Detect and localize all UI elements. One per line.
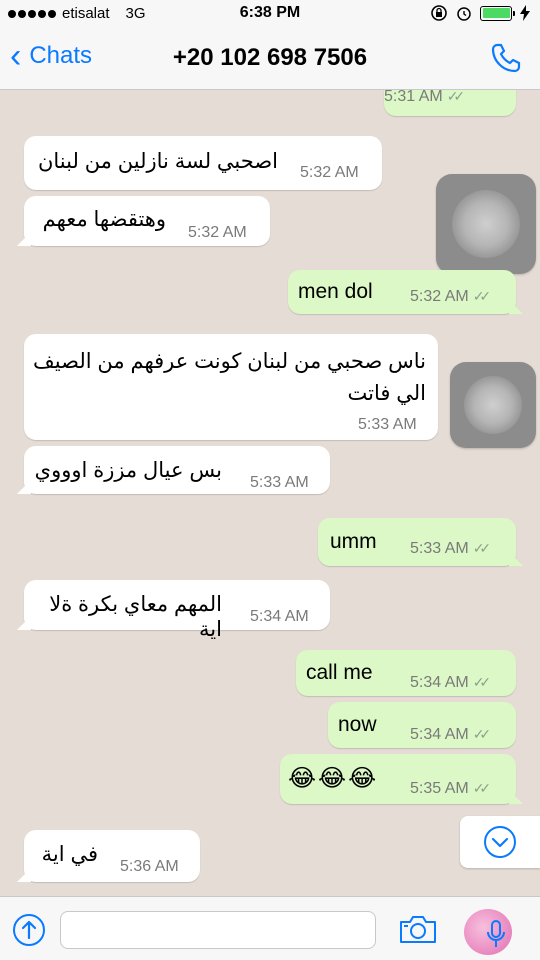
alarm-icon [457,7,471,21]
read-receipt-icon: ✓✓ [446,90,466,104]
message-text: ناس صحبي من لبنان كونت عرفهم من الصيف ال… [33,350,426,405]
message-timestamp: 5:32 AM ✓✓ [410,288,492,305]
contact-title[interactable]: +20 102 698 7506 [0,44,540,72]
contact-avatar-thumbnail[interactable] [450,362,536,448]
share-arrow-icon[interactable] [12,913,46,947]
message-text: umm [330,530,377,553]
message-incoming[interactable]: ناس صحبي من لبنان كونت عرفهم من الصيف ال… [24,334,438,440]
message-outgoing[interactable]: 5:31 AM ✓✓ [384,90,516,116]
read-receipt-icon: ✓✓ [472,540,492,556]
message-text: now [338,713,377,736]
scroll-to-bottom-button[interactable] [460,816,540,868]
message-timestamp: 5:34 AM ✓✓ [410,726,492,743]
orientation-lock-icon [431,5,447,21]
message-outgoing[interactable]: men dol 5:32 AM ✓✓ [288,270,516,314]
message-text: وهتقضها معهم [42,208,166,231]
contact-avatar-thumbnail[interactable] [436,174,536,274]
message-outgoing[interactable]: umm 5:33 AM ✓✓ [318,518,516,566]
message-outgoing[interactable]: call me 5:34 AM ✓✓ [296,650,516,696]
message-timestamp: 5:34 AM [250,608,309,625]
read-receipt-icon: ✓✓ [472,726,492,742]
message-text: men dol [298,280,373,303]
message-text: 😂😂😂 [288,765,379,792]
read-receipt-icon: ✓✓ [472,674,492,690]
message-list[interactable]: 5:31 AM ✓✓ اصحبي لسة نازلين من لبنان 5:32… [0,90,540,896]
message-outgoing[interactable]: now 5:34 AM ✓✓ [328,702,516,748]
read-receipt-icon: ✓✓ [472,288,492,304]
message-incoming[interactable]: اصحبي لسة نازلين من لبنان 5:32 AM [24,136,382,190]
message-incoming[interactable]: المهم معاي بكرة ةلا اية 5:34 AM [24,580,330,641]
message-incoming[interactable]: في اية 5:36 AM [24,830,200,882]
read-receipt-icon: ✓✓ [472,780,492,796]
message-text: في اية [41,843,98,866]
battery-icon [480,5,515,21]
message-timestamp: 5:34 AM ✓✓ [410,674,492,691]
message-timestamp: 5:32 AM [300,164,359,181]
message-timestamp: 5:31 AM ✓✓ [384,90,466,105]
microphone-button[interactable] [460,909,518,955]
charging-icon [520,5,530,21]
composer-bar [0,896,540,960]
message-timestamp: 5:33 AM ✓✓ [410,540,492,557]
conversation-header: ‹ Chats +20 102 698 7506 [0,28,540,90]
message-timestamp: 5:36 AM [120,858,179,875]
microphone-icon [487,920,505,947]
message-text: call me [306,661,373,684]
message-incoming[interactable]: بس عيال مززة اوووي 5:33 AM [24,446,330,494]
message-timestamp: 5:32 AM [188,224,247,241]
camera-icon[interactable] [398,913,438,945]
message-incoming[interactable]: وهتقضها معهم 5:32 AM [24,196,270,246]
status-icons [430,4,530,22]
message-text: بس عيال مززة اوووي [34,459,222,482]
message-timestamp: 5:33 AM [358,416,417,433]
status-bar: etisalat 3G 6:38 PM [0,0,540,28]
message-outgoing[interactable]: 😂😂😂 5:35 AM ✓✓ [280,754,516,804]
message-text: اصحبي لسة نازلين من لبنان [37,150,278,173]
message-timestamp: 5:33 AM [250,474,309,491]
message-text: المهم معاي بكرة ةلا اية [49,593,222,641]
message-timestamp: 5:35 AM ✓✓ [410,780,492,797]
phone-icon[interactable] [488,40,524,76]
message-input[interactable] [60,911,376,949]
chevron-down-icon [484,826,516,858]
